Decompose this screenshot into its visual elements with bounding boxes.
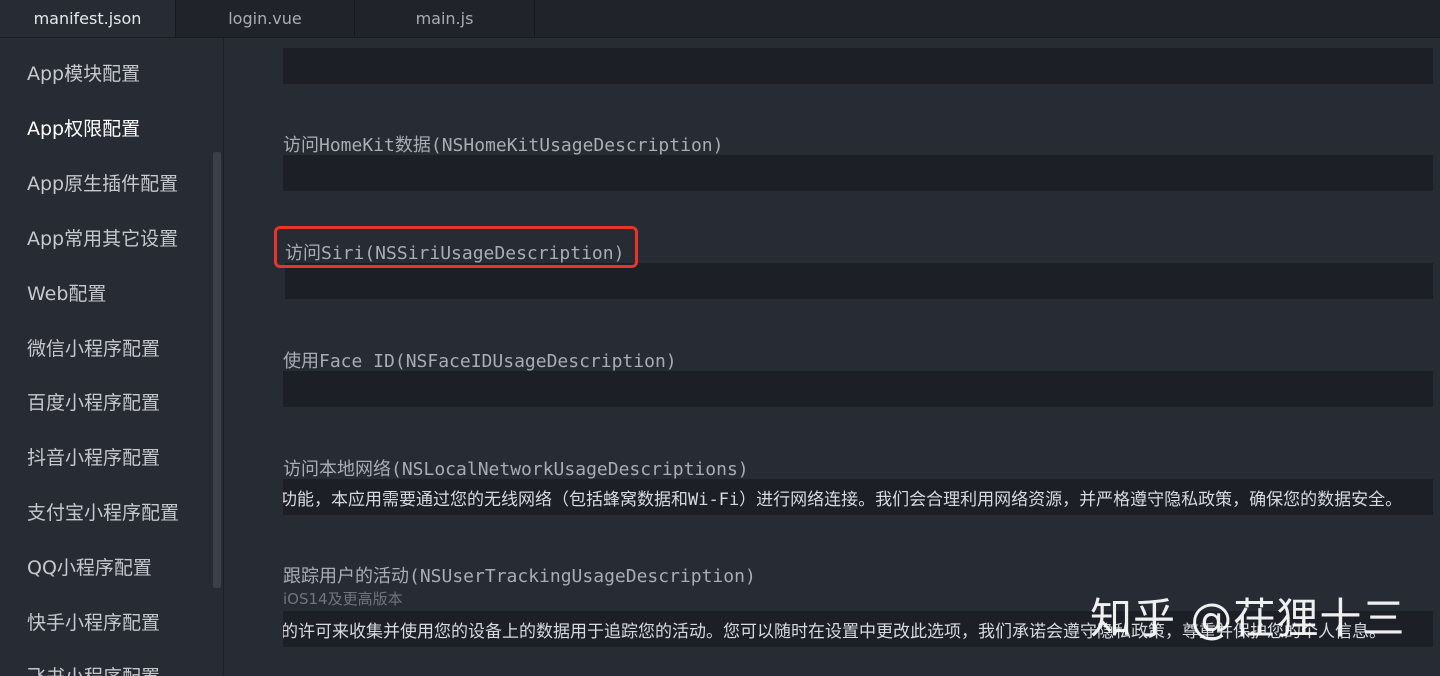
sidebar-item-web[interactable]: Web配置 <box>27 279 106 306</box>
tab-login-vue[interactable]: login.vue <box>176 0 355 37</box>
editor-tab-bar: manifest.json login.vue main.js <box>0 0 1440 38</box>
sidebar-item-alipay-mp[interactable]: 支付宝小程序配置 <box>27 498 179 525</box>
field-value: 为了提供更好的服务功能，本应用需要通过您的无线网络（包括蜂窝数据和Wi-Fi）进… <box>283 489 1403 510</box>
sidebar-item-app-modules[interactable]: App模块配置 <box>27 59 140 86</box>
sidebar-item-weixin-mp[interactable]: 微信小程序配置 <box>27 334 160 361</box>
faceid-label: 使用Face ID(NSFaceIDUsageDescription) <box>283 351 677 372</box>
local-network-label: 访问本地网络(NSLocalNetworkUsageDescriptions) <box>283 459 749 480</box>
local-network-input[interactable]: 为了提供更好的服务功能，本应用需要通过您的无线网络（包括蜂窝数据和Wi-Fi）进… <box>283 479 1433 515</box>
permissions-form: 访问HomeKit数据(NSHomeKitUsageDescription) 访… <box>225 38 1440 676</box>
zhihu-watermark: 知乎 @茌狸十三 <box>1090 594 1406 643</box>
tab-main-js[interactable]: main.js <box>355 0 535 37</box>
sidebar-item-app-native-plugins[interactable]: App原生插件配置 <box>27 169 178 196</box>
user-tracking-version-note: iOS14及更高版本 <box>283 590 403 608</box>
sidebar-item-kuaishou-mp[interactable]: 快手小程序配置 <box>27 608 160 635</box>
faceid-input[interactable] <box>283 371 1433 407</box>
homekit-input[interactable] <box>283 155 1433 191</box>
sidebar-item-baidu-mp[interactable]: 百度小程序配置 <box>27 388 160 415</box>
manifest-sidebar: App模块配置 App权限配置 App原生插件配置 App常用其它设置 Web配… <box>0 38 224 676</box>
siri-highlight-box <box>274 226 638 268</box>
user-tracking-label: 跟踪用户的活动(NSUserTrackingUsageDescription) <box>283 566 756 587</box>
sidebar-item-qq-mp[interactable]: QQ小程序配置 <box>27 553 152 580</box>
sidebar-scrollbar[interactable] <box>213 152 221 588</box>
sidebar-item-app-permissions[interactable]: App权限配置 <box>27 114 140 141</box>
permission-input-previous[interactable] <box>283 48 1433 84</box>
homekit-label: 访问HomeKit数据(NSHomeKitUsageDescription) <box>283 135 724 156</box>
tab-manifest-json[interactable]: manifest.json <box>0 0 176 37</box>
sidebar-item-douyin-mp[interactable]: 抖音小程序配置 <box>27 443 160 470</box>
siri-input[interactable] <box>285 263 1433 299</box>
sidebar-item-app-other-settings[interactable]: App常用其它设置 <box>27 224 178 251</box>
sidebar-item-feishu-mp[interactable]: 飞书小程序配置 <box>27 662 160 676</box>
